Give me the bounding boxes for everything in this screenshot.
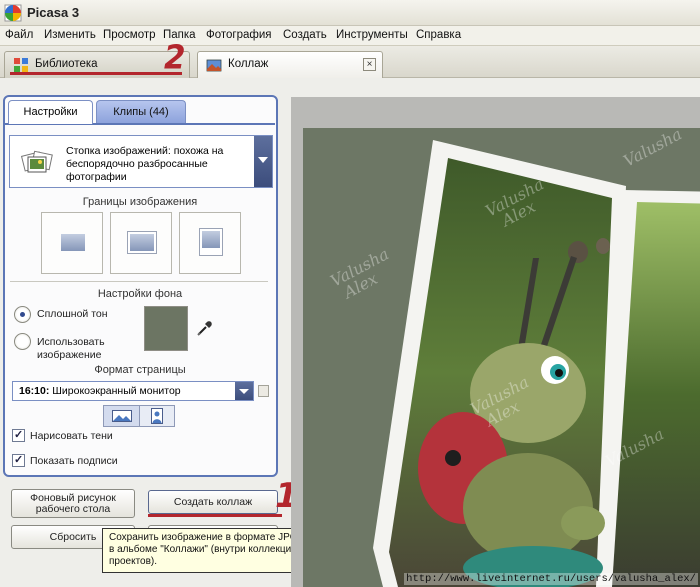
landscape-button[interactable] (104, 406, 140, 426)
portrait-button[interactable] (140, 406, 174, 426)
annotation-underline-create (148, 514, 282, 517)
border-option-polaroid[interactable] (179, 212, 241, 274)
tab-library-label: Библиотека (35, 58, 98, 70)
wallpaper-button[interactable]: Фоновый рисунок рабочего стола (11, 489, 135, 518)
tab-collage-label: Коллаж (228, 58, 269, 70)
chevron-down-icon[interactable] (254, 136, 272, 187)
lock-icon[interactable] (258, 385, 269, 397)
page-format-value: Широкоэкранный монитор (52, 385, 181, 397)
border-option-white[interactable] (110, 212, 172, 274)
image-icon (128, 232, 156, 253)
menu-file[interactable]: Файл (5, 29, 33, 41)
tab-collage[interactable]: Коллаж × (197, 51, 383, 78)
divider (10, 281, 268, 282)
image-icon (61, 234, 85, 251)
borders-title: Границы изображения (82, 196, 198, 208)
tab-clips[interactable]: Клипы (44) (96, 100, 186, 124)
landscape-icon (112, 410, 132, 422)
photo-stack-icon (20, 150, 53, 173)
library-icon (14, 58, 28, 72)
radio-solid-color[interactable] (14, 306, 31, 323)
collage-type-select[interactable]: Стопка изображений: похожа на беспорядоч… (9, 135, 273, 188)
menu-edit[interactable]: Изменить (44, 29, 96, 41)
checkbox-draw-shadows-label: Нарисовать тени (30, 430, 113, 442)
portrait-icon (151, 408, 163, 424)
menu-view[interactable]: Просмотр (103, 29, 156, 41)
tab-settings[interactable]: Настройки (8, 100, 93, 124)
eyedropper-icon[interactable] (196, 319, 214, 337)
border-option-none[interactable] (41, 212, 103, 274)
chevron-down-icon[interactable] (235, 382, 253, 400)
annotation-underline-tab (10, 72, 182, 75)
collage-icon (206, 59, 222, 72)
image-icon (200, 229, 222, 255)
page-format-ratio: 16:10: (19, 385, 50, 397)
page-format-select[interactable]: 16:10: Широкоэкранный монитор (12, 381, 254, 401)
menu-photo[interactable]: Фотография (206, 29, 272, 41)
background-title: Настройки фона (97, 288, 183, 300)
menu-create[interactable]: Создать (283, 29, 327, 41)
radio-solid-color-label: Сплошной тон (37, 308, 108, 320)
picasa-logo-icon (4, 4, 22, 22)
checkbox-show-captions-label: Показать подписи (30, 455, 118, 467)
background-color-swatch[interactable] (144, 306, 188, 351)
create-collage-button[interactable]: Создать коллаж (148, 490, 278, 514)
checkbox-show-captions[interactable] (12, 453, 25, 467)
page-format-title: Формат страницы (94, 364, 186, 376)
tooltip: Сохранить изображение в формате JPG в ал… (102, 528, 312, 573)
footer-url: http://www.liveinternet.ru/users/valusha… (404, 573, 698, 585)
radio-use-image[interactable] (14, 333, 31, 350)
title-bar: Picasa 3 (0, 0, 700, 26)
close-icon[interactable]: × (363, 58, 376, 71)
menu-bar: Файл Изменить Просмотр Папка Фотография … (0, 26, 700, 46)
annotation-number-2: 2 (164, 39, 186, 77)
radio-use-image-label: Использовать изображение (37, 336, 105, 361)
app-title: Picasa 3 (27, 5, 80, 20)
antenna-tip (596, 238, 610, 254)
collage-type-text: Стопка изображений: похожа на беспорядоч… (66, 145, 224, 183)
menu-help[interactable]: Справка (416, 29, 461, 41)
collage-canvas[interactable]: Valusha Valusha Alex Valusha Alex Valush… (303, 128, 700, 587)
checkbox-draw-shadows[interactable] (12, 428, 25, 442)
menu-tools[interactable]: Инструменты (336, 29, 408, 41)
orientation-toggle (103, 405, 175, 427)
